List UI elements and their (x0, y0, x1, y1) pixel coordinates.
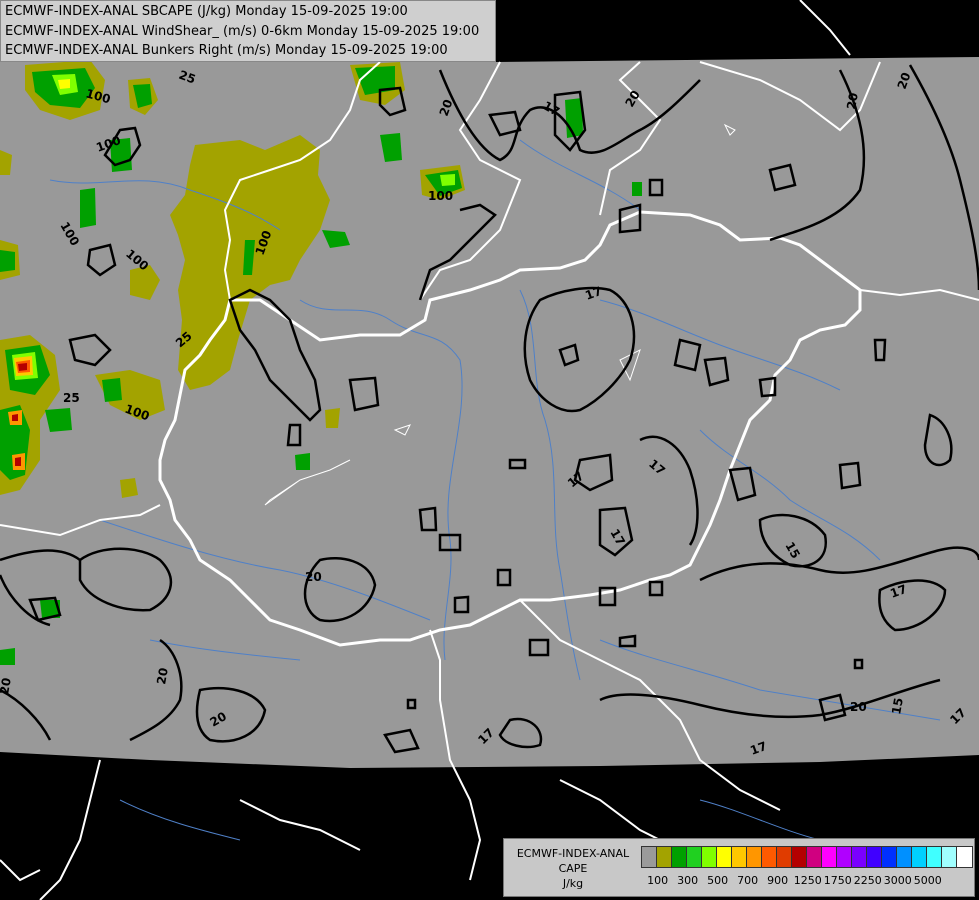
legend-tick-label: 1250 (793, 874, 822, 887)
title-line-cape: ECMWF-INDEX-ANAL SBCAPE (J/kg) Monday 15… (5, 4, 408, 19)
legend-swatch (747, 847, 762, 867)
legend-swatch (942, 847, 957, 867)
legend-swatch (807, 847, 822, 867)
contour-label: 20 (305, 570, 322, 584)
legend-swatch (837, 847, 852, 867)
legend-tick-label: 1750 (823, 874, 852, 887)
legend-swatch (882, 847, 897, 867)
legend-swatch (732, 847, 747, 867)
legend-tick-label: 300 (677, 874, 699, 887)
legend-tick-label: 700 (737, 874, 759, 887)
legend-color-scale (641, 846, 973, 868)
legend-tick-label: 900 (767, 874, 789, 887)
legend-tick-label: 5000 (913, 874, 942, 887)
title-box: ECMWF-INDEX-ANAL SBCAPE (J/kg) Monday 15… (0, 0, 496, 62)
legend-tick-label: 500 (707, 874, 729, 887)
legend-swatch (762, 847, 777, 867)
weather-map: 25 100 100 100 100 100 100 25 100 25 20 … (0, 0, 979, 900)
cape-legend: ECMWF-INDEX-ANAL CAPE J/kg 100 300 500 700 9… (503, 838, 975, 897)
contour-label: 20 (844, 92, 861, 111)
legend-swatch (657, 847, 672, 867)
legend-swatch (687, 847, 702, 867)
legend-tick-label: 3000 (883, 874, 912, 887)
title-line-shear: ECMWF-INDEX-ANAL WindShear_ (m/s) 0-6km … (5, 24, 480, 39)
legend-swatch (777, 847, 792, 867)
legend-swatch (867, 847, 882, 867)
legend-caption-model: ECMWF-INDEX-ANAL (516, 847, 630, 860)
legend-tick-label: 100 (647, 874, 669, 887)
legend-swatch (642, 847, 657, 867)
legend-swatch (927, 847, 942, 867)
legend-swatch (702, 847, 717, 867)
contour-label: 20 (154, 667, 171, 686)
title-line-bunkers: ECMWF-INDEX-ANAL Bunkers Right (m/s) Mon… (5, 43, 448, 58)
legend-swatch (822, 847, 837, 867)
legend-swatch (957, 847, 972, 867)
legend-caption-variable: CAPE (558, 862, 588, 875)
legend-swatch (792, 847, 807, 867)
contour-label: 100 (428, 189, 453, 203)
contour-label: 25 (63, 391, 80, 405)
legend-swatch (672, 847, 687, 867)
legend-swatch (912, 847, 927, 867)
contour-label: 20 (850, 700, 867, 714)
contour-label: 15 (889, 697, 906, 716)
legend-caption-unit: J/kg (562, 877, 584, 890)
legend-swatch (897, 847, 912, 867)
legend-swatch (852, 847, 867, 867)
legend-swatch (717, 847, 732, 867)
legend-tick-label: 2250 (853, 874, 882, 887)
